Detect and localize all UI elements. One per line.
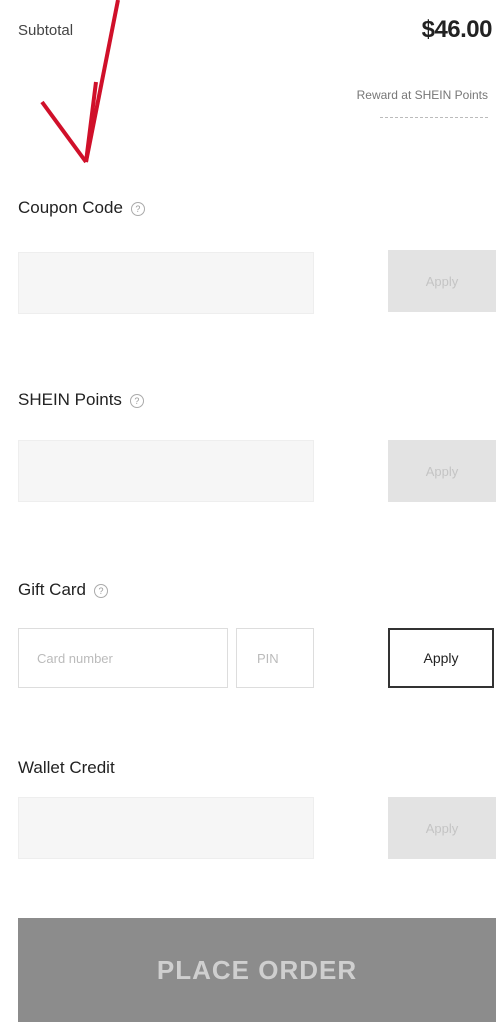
points-reward-note: Reward at SHEIN Points [356, 88, 488, 102]
gift-card-label: Gift Card? [18, 580, 109, 600]
info-icon[interactable]: ? [94, 583, 109, 598]
place-order-button[interactable]: PLACE ORDER [18, 918, 496, 1022]
coupon-code-label-text: Coupon Code [18, 198, 123, 217]
coupon-code-input[interactable] [18, 252, 314, 314]
wallet-credit-input[interactable] [18, 797, 314, 859]
gift-card-apply-button[interactable]: Apply [388, 628, 494, 688]
coupon-apply-button[interactable]: Apply [388, 250, 496, 312]
info-icon[interactable]: ? [130, 201, 145, 216]
wallet-apply-button[interactable]: Apply [388, 797, 496, 859]
points-note-underline [380, 117, 488, 118]
wallet-credit-label: Wallet Credit [18, 758, 115, 777]
shein-points-label-text: SHEIN Points [18, 390, 122, 409]
info-icon[interactable]: ? [129, 393, 144, 408]
shein-points-label: SHEIN Points? [18, 390, 144, 410]
gift-card-label-text: Gift Card [18, 580, 87, 599]
gift-card-pin-input[interactable] [236, 628, 314, 688]
shein-points-input[interactable] [18, 440, 314, 502]
points-apply-button[interactable]: Apply [388, 440, 496, 502]
gift-card-number-input[interactable] [18, 628, 228, 688]
coupon-code-label: Coupon Code? [18, 198, 145, 218]
subtotal-label: Subtotal [18, 22, 74, 39]
subtotal-value: $46.00 [421, 16, 493, 43]
